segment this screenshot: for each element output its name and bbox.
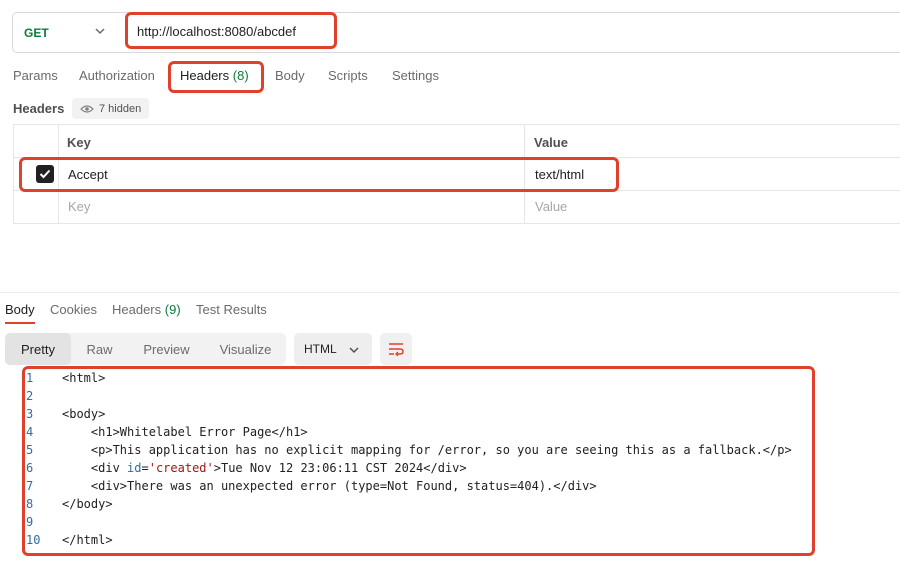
code-line: 9 (0, 513, 900, 531)
line-number: 1 (26, 371, 34, 385)
code-line: 5 <p>This application has no explicit ma… (0, 441, 900, 459)
line-number: 10 (26, 533, 41, 547)
line-number: 7 (26, 479, 34, 493)
response-tab-headers-count: (9) (164, 302, 181, 317)
table-column-divider (58, 124, 59, 224)
wrap-lines-icon (389, 343, 404, 356)
code-line: 7 <div>There was an unexpected error (ty… (0, 477, 900, 495)
code-fragment: <div (62, 461, 128, 475)
tab-params[interactable]: Params (13, 68, 58, 83)
view-raw-button[interactable]: Raw (71, 333, 128, 365)
code-text: <h1>Whitelabel Error Page</h1> (62, 425, 308, 439)
code-line: 4 <h1>Whitelabel Error Page</h1> (0, 423, 900, 441)
response-tab-headers[interactable]: Headers (9) (112, 302, 181, 317)
line-number: 3 (26, 407, 34, 421)
table-column-divider (524, 124, 525, 224)
hidden-headers-toggle[interactable]: 7 hidden (72, 98, 150, 119)
line-number: 5 (26, 443, 34, 457)
checkmark-icon (39, 169, 51, 179)
column-header-value: Value (534, 135, 568, 150)
headers-table (13, 124, 900, 224)
tab-body[interactable]: Body (275, 68, 305, 83)
headers-section-title: Headers (13, 101, 65, 116)
code-text: <p>This application has no explicit mapp… (62, 443, 792, 457)
response-tab-headers-label: Headers (112, 302, 162, 317)
chevron-down-icon (349, 347, 359, 354)
view-visualize-button[interactable]: Visualize (205, 333, 286, 365)
line-number: 4 (26, 425, 34, 439)
code-text: <body> (62, 407, 106, 421)
chevron-down-icon (95, 28, 105, 35)
new-value-input[interactable]: Value (535, 199, 567, 214)
code-line: 8 </body> (0, 495, 900, 513)
header-value-cell[interactable]: text/html (535, 167, 584, 182)
line-number: 2 (26, 389, 34, 403)
tab-scripts[interactable]: Scripts (328, 68, 368, 83)
method-select[interactable]: GET (12, 12, 125, 53)
tab-authorization[interactable]: Authorization (79, 68, 155, 83)
code-line: 1 <html> (0, 369, 900, 387)
code-string: 'created' (148, 461, 214, 475)
code-text: <div>There was an unexpected error (type… (62, 479, 597, 493)
code-fragment: >Tue Nov 12 23:06:11 CST 2024</div> (213, 461, 467, 475)
hidden-count-label: 7 hidden (99, 102, 142, 115)
format-label: HTML (304, 342, 337, 356)
code-line: 2 (0, 387, 900, 405)
code-fragment: = (141, 461, 149, 475)
table-divider (13, 190, 900, 191)
response-tab-cookies[interactable]: Cookies (50, 302, 97, 317)
code-text: <html> (62, 371, 106, 385)
response-tab-body[interactable]: Body (5, 302, 35, 317)
line-number: 8 (26, 497, 34, 511)
code-text: </html> (62, 533, 113, 547)
line-number: 9 (26, 515, 34, 529)
code-line: 10 </html> (0, 531, 900, 549)
tab-headers[interactable]: Headers (8) (180, 68, 249, 83)
table-divider (13, 157, 900, 158)
header-enabled-checkbox[interactable] (36, 165, 54, 183)
code-text: <div id='created'>Tue Nov 12 23:06:11 CS… (62, 459, 467, 477)
code-line: 3 <body> (0, 405, 900, 423)
view-preview-button[interactable]: Preview (128, 333, 205, 365)
line-number: 6 (26, 461, 34, 475)
code-line: 6 <div id='created'>Tue Nov 12 23:06:11 … (0, 459, 900, 477)
method-label: GET (24, 25, 49, 40)
wrap-lines-button[interactable] (380, 333, 412, 365)
active-tab-indicator (5, 322, 35, 324)
code-attribute: id (127, 461, 142, 475)
eye-icon (80, 104, 94, 113)
column-header-key: Key (67, 135, 91, 150)
tab-headers-count: (8) (232, 68, 249, 83)
format-select[interactable]: HTML (294, 333, 372, 365)
view-pretty-button[interactable]: Pretty (5, 333, 71, 365)
response-tab-test-results[interactable]: Test Results (196, 302, 267, 317)
tab-settings[interactable]: Settings (392, 68, 439, 83)
url-input[interactable]: http://localhost:8080/abcdef (137, 24, 296, 39)
response-divider (0, 292, 900, 293)
tab-headers-label: Headers (180, 68, 230, 83)
code-text: </body> (62, 497, 113, 511)
new-key-input[interactable]: Key (68, 199, 90, 214)
header-key-cell[interactable]: Accept (68, 167, 108, 182)
